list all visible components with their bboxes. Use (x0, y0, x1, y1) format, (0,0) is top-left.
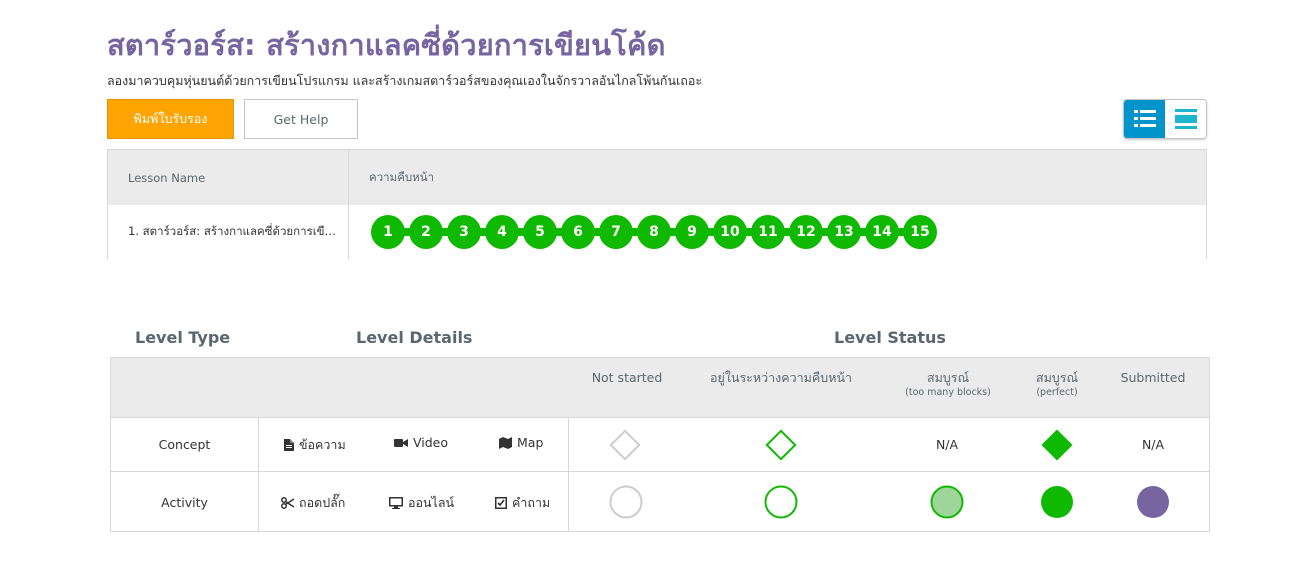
map-icon (499, 436, 512, 449)
level-bubble[interactable]: 8 (637, 215, 671, 249)
progress-header: ความคืบหน้า (369, 169, 435, 184)
status-submitted-header: Submitted (1120, 370, 1186, 385)
scissors-icon (281, 497, 294, 509)
list-detail-icon (1133, 110, 1156, 127)
checkbox-icon (495, 497, 507, 509)
status-too-many-blocks-header: สมบูรณ์ (too many blocks) (905, 370, 991, 398)
level-bubble[interactable]: 7 (599, 215, 633, 249)
lesson-name-cell: 1. สตาร์วอร์ส: สร้างกาแลคซี่ด้วยการเขีย.… (108, 205, 349, 259)
level-bubble[interactable]: 3 (447, 215, 481, 249)
submitted-circle (1136, 485, 1170, 519)
video-icon (394, 438, 408, 447)
perfect-diamond (1039, 427, 1075, 463)
level-bubble[interactable]: 11 (751, 215, 785, 249)
detail-video: Video (394, 435, 448, 450)
page-subtitle: ลองมาควบคุมหุ่นยนต์ด้วยการเขียนโปรแกรม แ… (107, 73, 703, 88)
detail-unplugged: ถอดปลั๊ก (281, 493, 345, 513)
progress-table-header: Lesson Name ความคืบหน้า (108, 150, 1206, 205)
level-bubble[interactable]: 15 (903, 215, 937, 249)
too-many-blocks-circle (930, 485, 964, 519)
status-not-started-header: Not started (591, 370, 663, 385)
table-row: Concept ข้อความ Video Map N/A N/A (111, 417, 1209, 471)
get-help-button[interactable]: Get Help (244, 99, 358, 139)
level-key-table: Not started อยู่ในระหว่างความคืบหน้า สมบ… (110, 357, 1210, 532)
not-started-circle (609, 485, 643, 519)
level-bubble[interactable]: 14 (865, 215, 899, 249)
status-in-progress-header: อยู่ในระหว่างความคืบหน้า (709, 370, 853, 385)
detail-view-button[interactable] (1124, 100, 1165, 138)
level-details-heading: Level Details (356, 328, 473, 347)
perfect-circle (1040, 485, 1074, 519)
progress-table: Lesson Name ความคืบหน้า 1. สตาร์วอร์ส: ส… (107, 149, 1207, 259)
level-bubble[interactable]: 4 (485, 215, 519, 249)
level-bubble[interactable]: 13 (827, 215, 861, 249)
level-type-activity: Activity (161, 494, 208, 510)
detail-question: คำถาม (495, 493, 550, 513)
in-progress-diamond (763, 427, 799, 463)
detail-online: ออนไลน์ (389, 493, 454, 513)
level-type-concept: Concept (158, 437, 211, 452)
level-bubbles: 1 2 3 4 5 6 7 8 9 10 11 12 13 14 15 (369, 215, 941, 249)
document-icon (284, 439, 294, 451)
monitor-icon (389, 497, 403, 509)
level-status-heading: Level Status (834, 328, 946, 347)
level-bubble[interactable]: 5 (523, 215, 557, 249)
level-bubble[interactable]: 12 (789, 215, 823, 249)
submitted-na: N/A (1141, 437, 1165, 452)
not-started-diamond (607, 427, 643, 463)
level-bubble[interactable]: 1 (371, 215, 405, 249)
print-certificate-button[interactable]: พิมพ์ใบรับรอง (107, 99, 234, 139)
status-perfect-header: สมบูรณ์ (perfect) (1035, 370, 1079, 398)
level-bubble[interactable]: 9 (675, 215, 709, 249)
lesson-name[interactable]: 1. สตาร์วอร์ส: สร้างกาแลคซี่ด้วยการเขีย.… (128, 223, 338, 241)
summary-view-button[interactable] (1165, 100, 1206, 138)
detail-map: Map (499, 435, 543, 450)
detail-text: ข้อความ (284, 435, 346, 455)
table-row: 1. สตาร์วอร์ส: สร้างกาแลคซี่ด้วยการเขีย.… (108, 205, 1206, 259)
lesson-name-header: Lesson Name (108, 150, 349, 205)
key-table-header: Not started อยู่ในระหว่างความคืบหน้า สมบ… (111, 358, 1209, 417)
too-many-blocks-na: N/A (935, 437, 959, 452)
in-progress-circle (764, 485, 798, 519)
progress-cell: 1 2 3 4 5 6 7 8 9 10 11 12 13 14 15 (349, 205, 1206, 259)
level-type-heading: Level Type (135, 328, 231, 347)
level-bubble[interactable]: 6 (561, 215, 595, 249)
page-title: สตาร์วอร์ส: สร้างกาแลคซี่ด้วยการเขียนโค้… (107, 28, 666, 62)
view-toggle (1123, 99, 1207, 139)
list-summary-icon (1174, 109, 1197, 129)
table-row: Activity ถอดปลั๊ก ออนไลน์ คำถาม (111, 471, 1209, 529)
level-bubble[interactable]: 10 (713, 215, 747, 249)
level-bubble[interactable]: 2 (409, 215, 443, 249)
